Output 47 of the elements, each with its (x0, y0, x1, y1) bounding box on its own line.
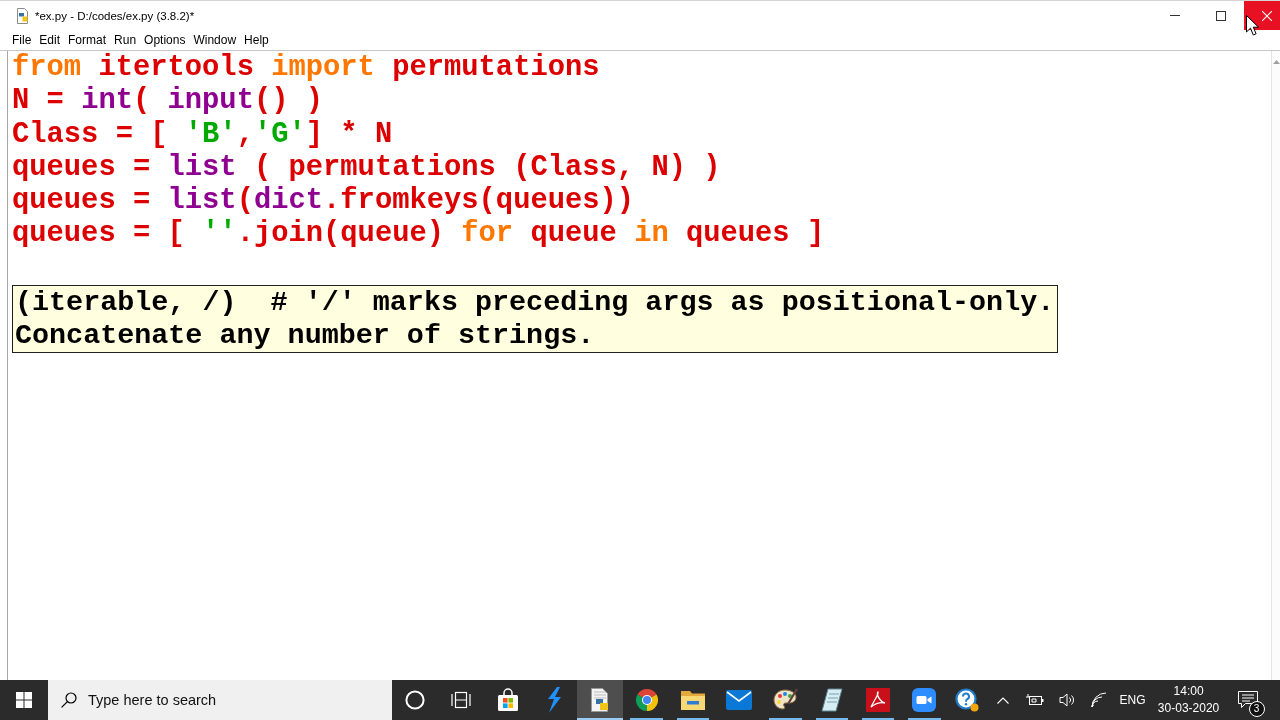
code-line: queues = [ ''.join(queue) for queue in queues ] (12, 217, 825, 251)
windows-logo-icon (16, 692, 32, 708)
window-title: *ex.py - D:/codes/ex.py (3.8.2)* (35, 9, 195, 22)
speaker-icon (1058, 693, 1075, 707)
shopping-bag-icon (495, 688, 520, 712)
pdf-icon (866, 688, 891, 712)
lightning-icon (546, 687, 563, 713)
chevron-up-icon (996, 696, 1009, 704)
menu-item[interactable]: Format (68, 33, 107, 47)
cursor-icon (1246, 15, 1259, 36)
code-line: Class = [ 'B','G'] * N (12, 117, 393, 151)
menu-item[interactable]: Options (144, 33, 186, 47)
task-view-icon (451, 691, 472, 709)
video-camera-icon (912, 688, 937, 712)
menu-item[interactable]: Edit (39, 33, 61, 47)
calltip-line: Concatenate any number of strings. (15, 319, 595, 352)
calltip-line: (iterable, /) # '/' marks preceding args as positional-only. (15, 286, 1055, 319)
palette-icon (772, 688, 799, 712)
browser-icon (634, 688, 659, 712)
help-icon (955, 688, 980, 712)
ring-icon (405, 690, 426, 710)
search-field[interactable]: Type here to search (48, 680, 392, 720)
menu-item[interactable]: File (12, 33, 32, 47)
clock-time: 14:00 (1173, 683, 1204, 700)
folder-icon (679, 689, 706, 711)
notepad-icon (820, 688, 843, 712)
code-line: N = int( input() ) (12, 84, 324, 118)
maximize-icon (1216, 10, 1226, 21)
python-file-icon (15, 7, 31, 24)
menu-item[interactable]: Window (193, 33, 237, 47)
clock-date: 30-03-2020 (1157, 700, 1220, 717)
envelope-icon (726, 690, 753, 710)
taskbar-button[interactable] (577, 680, 624, 720)
battery-plug-icon (1025, 694, 1044, 706)
wifi-icon (1090, 692, 1107, 708)
search-icon (61, 692, 77, 708)
menu-item[interactable]: Run (114, 33, 137, 47)
language-indicator[interactable]: ENG (1114, 680, 1151, 720)
menu-item[interactable]: Help (244, 33, 269, 47)
caret-up-icon (1272, 60, 1280, 64)
close-icon (1262, 10, 1272, 21)
minimize-icon (1170, 15, 1180, 16)
code-line: queues = list ( permutations (Class, N) ) (12, 150, 721, 185)
code-line: from itertools import permutations (12, 51, 600, 85)
scrollbar[interactable] (1271, 51, 1280, 680)
code-line: queues = list(dict.fromkeys(queues)) (12, 184, 635, 218)
notification-count: 3 (1248, 701, 1265, 717)
